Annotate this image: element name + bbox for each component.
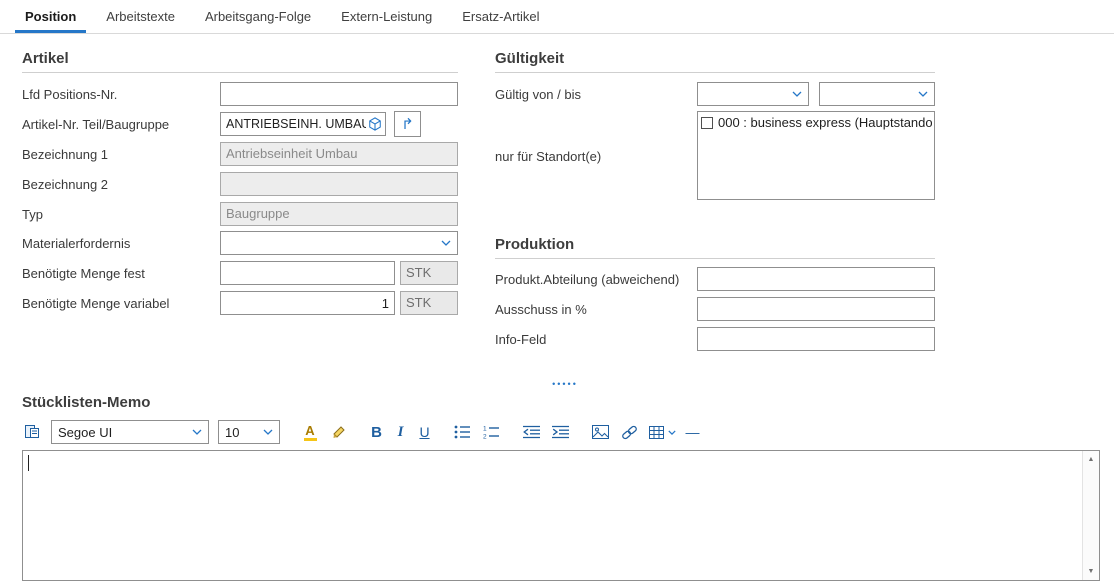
jump-arrow-icon: ↱ xyxy=(401,117,414,132)
chevron-down-icon xyxy=(441,240,451,246)
bullet-list-icon[interactable] xyxy=(452,421,472,443)
horizontal-rule-button[interactable]: — xyxy=(685,424,700,440)
font-family-select[interactable]: Segoe UI xyxy=(51,420,209,444)
gueltig-bis-select[interactable] xyxy=(819,82,935,106)
artikelnr-field[interactable] xyxy=(220,112,386,136)
artikelnr-label: Artikel-Nr. Teil/Baugruppe xyxy=(22,117,169,132)
standort-option-label: 000 : business express (Hauptstando xyxy=(718,115,932,130)
menge-variabel-input[interactable] xyxy=(220,291,395,315)
font-family-value: Segoe UI xyxy=(58,425,188,440)
menge-variabel-label: Benötigte Menge variabel xyxy=(22,296,169,311)
numbered-list-icon[interactable]: 1 2 xyxy=(481,421,501,443)
chevron-down-icon xyxy=(263,429,273,435)
bezeichnung2-field xyxy=(220,172,458,196)
standort-listbox[interactable]: 000 : business express (Hauptstando xyxy=(697,111,935,200)
materialerfordernis-select[interactable] xyxy=(220,231,458,255)
section-produktion-title: Produktion xyxy=(495,236,935,259)
svg-text:2: 2 xyxy=(483,434,487,440)
bezeichnung2-label: Bezeichnung 2 xyxy=(22,177,108,192)
chevron-down-icon xyxy=(792,91,802,97)
scroll-up-icon[interactable]: ▲ xyxy=(1083,451,1100,468)
tab-label: Extern-Leistung xyxy=(341,9,432,24)
font-color-bar xyxy=(304,438,317,441)
text-module-icon[interactable] xyxy=(22,421,42,443)
typ-field: Baugruppe xyxy=(220,202,458,226)
tab-bar: Position Arbeitstexte Arbeitsgang-Folge … xyxy=(0,0,1114,34)
section-gueltigkeit-title: Gültigkeit xyxy=(495,50,935,73)
indent-icon[interactable] xyxy=(550,421,570,443)
menge-fest-input[interactable] xyxy=(220,261,395,285)
svg-text:1: 1 xyxy=(483,426,487,433)
bezeichnung1-field: Antriebseinheit Umbau xyxy=(220,142,458,166)
lfd-positions-nr-label: Lfd Positions-Nr. xyxy=(22,87,117,102)
insert-link-icon[interactable] xyxy=(619,421,639,443)
font-size-select[interactable]: 10 xyxy=(218,420,280,444)
tab-label: Arbeitstexte xyxy=(106,9,175,24)
tab-ersatz-artikel[interactable]: Ersatz-Artikel xyxy=(447,0,554,33)
tab-extern-leistung[interactable]: Extern-Leistung xyxy=(326,0,447,33)
tab-arbeitstexte[interactable]: Arbeitstexte xyxy=(91,0,190,33)
font-color-button[interactable]: A xyxy=(300,421,320,443)
memo-toolbar: Segoe UI 10 A B I U xyxy=(22,420,700,444)
font-size-value: 10 xyxy=(225,425,259,440)
cube-icon xyxy=(368,117,382,131)
table-icon xyxy=(649,426,664,439)
memo-editor[interactable]: ▲ ▼ xyxy=(22,450,1100,581)
tab-label: Position xyxy=(25,9,76,24)
bom-position-form: Position Arbeitstexte Arbeitsgang-Folge … xyxy=(0,0,1114,585)
chevron-down-icon xyxy=(668,430,676,435)
outdent-icon[interactable] xyxy=(521,421,541,443)
info-feld-input[interactable] xyxy=(697,327,935,351)
info-feld-label: Info-Feld xyxy=(495,332,546,347)
editor-scrollbar[interactable]: ▲ ▼ xyxy=(1082,451,1099,580)
bezeichnung1-label: Bezeichnung 1 xyxy=(22,147,108,162)
chevron-down-icon xyxy=(918,91,928,97)
artikelnr-input[interactable] xyxy=(226,117,366,131)
lfd-positions-nr-input[interactable] xyxy=(220,82,458,106)
scroll-down-icon[interactable]: ▼ xyxy=(1083,563,1100,580)
chevron-down-icon xyxy=(192,429,202,435)
tab-label: Ersatz-Artikel xyxy=(462,9,539,24)
typ-label: Typ xyxy=(22,207,43,222)
tab-label: Arbeitsgang-Folge xyxy=(205,9,311,24)
insert-table-button[interactable] xyxy=(648,421,676,443)
produkt-abteilung-input[interactable] xyxy=(697,267,935,291)
standort-label: nur für Standort(e) xyxy=(495,149,601,164)
gueltig-von-select[interactable] xyxy=(697,82,809,106)
text-caret xyxy=(28,455,29,471)
ausschuss-input[interactable] xyxy=(697,297,935,321)
splitter-handle[interactable]: ••••• xyxy=(543,379,587,389)
checkbox-unchecked-icon[interactable] xyxy=(701,117,713,129)
materialerfordernis-label: Materialerfordernis xyxy=(22,236,130,251)
font-color-icon: A xyxy=(305,424,314,437)
produkt-abteilung-label: Produkt.Abteilung (abweichend) xyxy=(495,272,679,287)
menge-fest-label: Benötigte Menge fest xyxy=(22,266,145,281)
highlighter-icon[interactable] xyxy=(329,421,349,443)
tab-position[interactable]: Position xyxy=(10,0,91,33)
tab-arbeitsgang-folge[interactable]: Arbeitsgang-Folge xyxy=(190,0,326,33)
menge-variabel-unit: STK xyxy=(400,291,458,315)
bold-button[interactable]: B xyxy=(369,424,384,441)
menge-fest-unit: STK xyxy=(400,261,458,285)
standort-option[interactable]: 000 : business express (Hauptstando xyxy=(698,112,934,130)
italic-button[interactable]: I xyxy=(393,424,408,441)
ausschuss-label: Ausschuss in % xyxy=(495,302,587,317)
jump-to-article-button[interactable]: ↱ xyxy=(394,111,421,137)
memo-title: Stücklisten-Memo xyxy=(22,394,150,411)
section-artikel-title: Artikel xyxy=(22,50,458,73)
insert-image-icon[interactable] xyxy=(590,421,610,443)
gueltig-von-bis-label: Gültig von / bis xyxy=(495,87,581,102)
underline-button[interactable]: U xyxy=(417,424,432,440)
